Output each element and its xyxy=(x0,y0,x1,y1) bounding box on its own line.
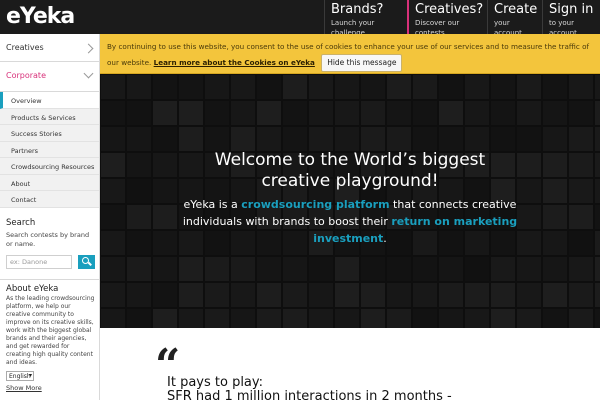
hero-subtitle: eYeka is a crowdsourcing platform that c… xyxy=(160,196,540,247)
hero-title-line1: Welcome to the World’s biggest xyxy=(214,150,486,170)
language-value: English xyxy=(9,372,31,380)
search-heading: Search xyxy=(6,217,36,228)
nav-creatives-title: Creatives? xyxy=(415,2,484,17)
about-heading: About eYeka xyxy=(6,283,59,294)
sidebar-item-partners[interactable]: Partners xyxy=(0,141,99,158)
eyeka-logo[interactable]: eYeka xyxy=(6,4,75,29)
nav-brands-button[interactable]: Brands? Launch your challenge xyxy=(324,0,407,37)
about-text: As the leading crowdsourcing platform, w… xyxy=(6,294,95,366)
quote-line1: It pays to play: xyxy=(167,375,264,390)
hero-title-line2: creative playground! xyxy=(261,171,439,191)
sidebar-item-products-services[interactable]: Products & Services xyxy=(0,108,99,125)
cookie-message: By continuing to use this website, you c… xyxy=(107,39,597,72)
nav-creatives-button[interactable]: Creatives? Discover our contests xyxy=(407,0,487,37)
sidebar: Creatives Corporate Overview Products & … xyxy=(0,34,100,400)
sidebar-item-about[interactable]: About xyxy=(0,174,99,191)
sidebar-section-corporate[interactable]: Corporate xyxy=(0,62,99,92)
hero-sub-text1: eYeka is a xyxy=(183,198,242,211)
sidebar-item-crowdsourcing-resources[interactable]: Crowdsourcing Resources xyxy=(0,158,99,175)
nav-sign-in-button[interactable]: Sign in to your account xyxy=(542,0,600,37)
search-icon-handle xyxy=(88,261,92,266)
cookie-learn-more-link[interactable]: Learn more about the Cookies on eYeka xyxy=(154,58,315,67)
top-header: eYeka Brands? Launch your challenge Crea… xyxy=(0,0,600,37)
nav-signin-title: Sign in xyxy=(549,2,594,17)
show-more-link[interactable]: Show More xyxy=(0,381,99,392)
sidebar-item-success-stories[interactable]: Success Stories xyxy=(0,125,99,142)
chevron-right-icon xyxy=(83,43,94,54)
chevron-down-icon xyxy=(83,68,94,79)
search-button[interactable] xyxy=(78,254,95,269)
nav-create-title: Create xyxy=(494,2,538,17)
hero-highlight-crowdsourcing: crowdsourcing platform xyxy=(241,198,390,211)
search-form: ex: Danone xyxy=(6,254,99,269)
sidebar-item-contact[interactable]: Contact xyxy=(0,191,99,208)
sidebar-section-label: Corporate xyxy=(6,71,46,80)
language-select[interactable]: English xyxy=(6,370,34,381)
nav-create-account-button[interactable]: Create your account xyxy=(487,0,542,37)
cookie-banner: By continuing to use this website, you c… xyxy=(100,34,600,74)
nav-brands-title: Brands? xyxy=(331,2,384,17)
sidebar-item-overview[interactable]: Overview xyxy=(0,92,99,109)
hero-banner: Welcome to the World’s biggest creative … xyxy=(100,74,600,328)
quote-line2: SFR had 1 million interactions in 2 mont… xyxy=(167,389,452,400)
sidebar-section-label: Creatives xyxy=(6,43,44,52)
hide-message-button[interactable]: Hide this message xyxy=(321,54,403,72)
hero-sub-text3: . xyxy=(383,232,387,245)
hero-title: Welcome to the World’s biggest creative … xyxy=(100,150,600,192)
search-description: Search contests by brand or name. xyxy=(6,230,90,248)
search-input[interactable]: ex: Danone xyxy=(6,254,72,269)
sidebar-section-creatives[interactable]: Creatives xyxy=(0,34,99,62)
